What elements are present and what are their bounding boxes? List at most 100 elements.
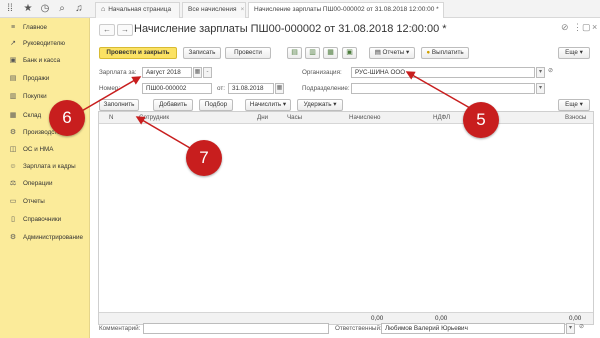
sidebar-item-catalogs[interactable]: ▯ Справочники (0, 212, 90, 228)
withhold-dropdown[interactable]: Удержать ▾ (297, 99, 343, 111)
department-field[interactable] (351, 83, 535, 94)
star-icon[interactable]: ★ (22, 3, 34, 15)
favorite-star-icon[interactable]: ☆ (409, 23, 418, 34)
cart-icon: ▥ (9, 93, 17, 100)
open-link-icon[interactable]: ⊘ (577, 323, 586, 334)
accruals-table[interactable]: N Сотрудник Дни Часы Начислено НДФЛ Взно… (98, 111, 594, 325)
dropdown-icon[interactable]: ▾ (536, 67, 545, 78)
sidebar-item-administration[interactable]: ⚙ Администрирование (0, 230, 90, 246)
journal-icon[interactable]: ▤ (287, 47, 302, 59)
accrue-dropdown[interactable]: Начислить ▾ (245, 99, 291, 111)
history-icon[interactable]: ◷ (39, 3, 51, 15)
responsible-label: Ответственный: (335, 325, 382, 332)
column-header-number[interactable]: N (109, 112, 113, 124)
sidebar-item-payroll[interactable]: ☺ Зарплата и кадры (0, 159, 90, 175)
number-field[interactable]: ПШ00-000002 (142, 83, 212, 94)
more-button[interactable]: Еще ▾ (558, 47, 590, 59)
date-field[interactable]: 31.08.2018 (228, 83, 274, 94)
column-header-ndfl[interactable]: НДФЛ (433, 112, 450, 124)
tab-all-accruals[interactable]: Все начисления × (182, 2, 246, 18)
link-icon[interactable]: ⊘ (561, 22, 569, 33)
dropdown-icon[interactable]: ▾ (536, 83, 545, 94)
top-bar: ⁞⁞ ★ ◷ ⌕ ♫ ⌂ Начальная страница Все начис… (0, 0, 600, 18)
responsible-field[interactable]: Любимов Валерий Юрьевич (381, 323, 565, 334)
sidebar-item-sales[interactable]: ▤ Продажи (0, 71, 90, 87)
gear-icon: ⚙ (9, 234, 17, 241)
report-icon: ▤ (374, 49, 383, 56)
dropdown-icon[interactable]: ▾ (566, 323, 575, 334)
comment-label: Комментарий: (99, 325, 141, 332)
post-button[interactable]: Провести (225, 47, 271, 59)
date-label: от: (217, 85, 225, 92)
sidebar-item-manager[interactable]: ↗ Руководителю (0, 36, 90, 52)
scales-icon: ⚖ (9, 180, 17, 187)
close-icon[interactable]: × (592, 22, 597, 32)
callout-badge-6: 6 (49, 100, 85, 136)
fill-button[interactable]: Заполнить (99, 99, 139, 111)
salary-for-label: Зарплата за: (99, 69, 137, 76)
reports-dropdown[interactable]: ▤ Отчеты ▾ (369, 47, 415, 59)
column-header-accrued[interactable]: Начислено (349, 112, 380, 124)
pay-button[interactable]: ● Выплатить (421, 47, 469, 59)
chart-up-icon: ↗ (10, 40, 16, 47)
calendar-icon[interactable]: ▦ (193, 67, 202, 78)
people-icon: ☺ (9, 163, 17, 170)
book-icon: ▯ (11, 216, 15, 223)
bank-icon: ▣ (9, 57, 17, 64)
page-title: Начисление зарплаты ПШ00-000002 от 31.08… (134, 23, 447, 35)
sidebar-item-fixed-assets[interactable]: ◫ ОС и НМА (0, 142, 90, 158)
number-label: Номер: (99, 85, 121, 92)
document-form: ← → Начисление зарплаты ПШ00-000002 от 3… (91, 18, 600, 338)
tab-home[interactable]: ⌂ Начальная страница (95, 2, 180, 18)
chevron-down-icon: ▾ (331, 101, 337, 108)
select-button[interactable]: Подбор (199, 99, 233, 111)
structure-icon[interactable]: ▦ (323, 47, 338, 59)
chevron-down-icon: ▾ (281, 101, 287, 108)
print-icon[interactable]: ▣ (342, 47, 357, 59)
close-icon[interactable]: × (443, 6, 444, 13)
chevron-down-icon: ▾ (404, 49, 410, 56)
close-icon[interactable]: × (240, 6, 244, 13)
salary-for-field[interactable]: Август 2018 (142, 67, 192, 78)
sales-icon: ▤ (9, 75, 17, 82)
sidebar: ≡ Главное ↗ Руководителю ▣ Банк и касса ▤ Пр… (0, 18, 90, 338)
chevron-down-icon: ▾ (577, 101, 583, 108)
home-icon: ⌂ (101, 6, 106, 13)
menu-icon: ≡ (10, 24, 16, 31)
callout-badge-5: 5 (463, 102, 499, 138)
column-header-contributions[interactable]: Взносы (565, 112, 586, 124)
factory-icon: ⚙ (9, 129, 17, 136)
post-and-close-button[interactable]: Провести и закрыть (99, 47, 177, 59)
chevron-down-icon: ▾ (577, 49, 583, 56)
table-header: N Сотрудник Дни Часы Начислено НДФЛ Взно… (99, 112, 593, 124)
report-icon: ▭ (9, 198, 17, 205)
warehouse-icon: ▦ (9, 112, 17, 119)
column-header-days[interactable]: Дни (257, 112, 268, 124)
column-header-hours[interactable]: Часы (287, 112, 302, 124)
sidebar-item-reports[interactable]: ▭ Отчеты (0, 194, 90, 210)
organization-field[interactable]: РУС-ШИНА ООО (351, 67, 535, 78)
sidebar-item-bank[interactable]: ▣ Банк и касса (0, 53, 90, 69)
assets-icon: ◫ (9, 146, 17, 153)
column-header-employee[interactable]: Сотрудник (139, 112, 169, 124)
maximize-icon[interactable]: ▢ (582, 22, 591, 33)
open-link-icon[interactable]: ⊘ (546, 67, 555, 78)
forward-button[interactable]: → (117, 24, 133, 36)
sidebar-item-main[interactable]: ≡ Главное (0, 20, 90, 36)
comment-field[interactable] (143, 323, 329, 334)
period-picker-button[interactable]: - (203, 67, 212, 78)
more-vertical-icon[interactable]: ⋮ (573, 22, 582, 33)
add-button[interactable]: Добавить (153, 99, 193, 111)
organization-label: Организация: (302, 69, 342, 76)
calendar-icon[interactable]: ▦ (275, 83, 284, 94)
table-more-button[interactable]: Еще ▾ (558, 99, 590, 111)
grid-menu-icon[interactable]: ⁞⁞ (4, 3, 16, 15)
debit-credit-icon[interactable]: ▥ (305, 47, 320, 59)
back-button[interactable]: ← (99, 24, 115, 36)
search-icon[interactable]: ⌕ (56, 3, 68, 15)
sidebar-item-operations[interactable]: ⚖ Операции (0, 176, 90, 192)
save-button[interactable]: Записать (183, 47, 221, 59)
tab-payroll-document[interactable]: Начисление зарплаты ПШ00-000002 от 31.08… (248, 2, 444, 18)
department-label: Подразделение: (302, 85, 350, 92)
bell-icon[interactable]: ♫ (73, 3, 85, 15)
